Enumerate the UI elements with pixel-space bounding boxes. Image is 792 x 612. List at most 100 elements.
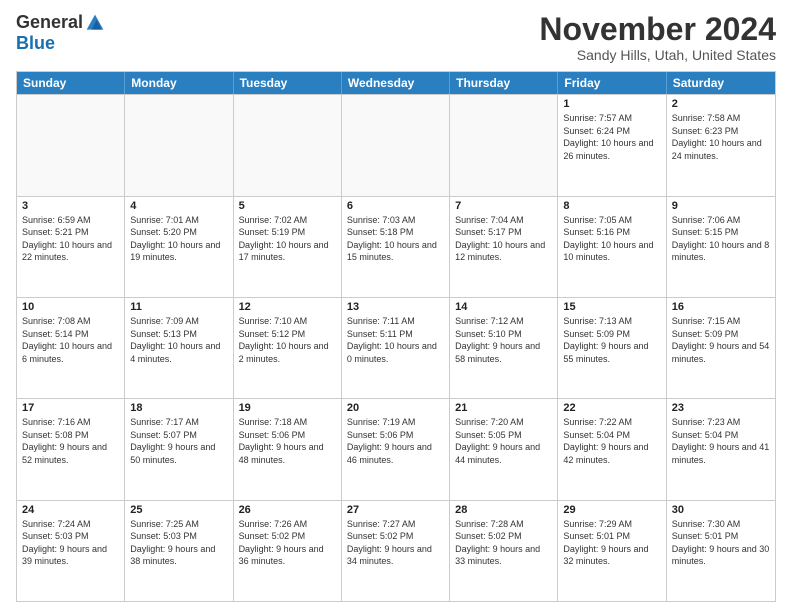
- day-number: 12: [239, 301, 336, 313]
- day-number: 10: [22, 301, 119, 313]
- calendar-cell: 24 Sunrise: 7:24 AMSunset: 5:03 PMDayligh…: [17, 501, 125, 601]
- calendar-cell: 28 Sunrise: 7:28 AMSunset: 5:02 PMDayligh…: [450, 501, 558, 601]
- day-number: 2: [672, 98, 770, 110]
- header-cell-sunday: Sunday: [17, 72, 125, 94]
- header-cell-tuesday: Tuesday: [234, 72, 342, 94]
- calendar-cell: 25 Sunrise: 7:25 AMSunset: 5:03 PMDayligh…: [125, 501, 233, 601]
- calendar-cell: [125, 95, 233, 195]
- day-info: Sunrise: 7:28 AMSunset: 5:02 PMDaylight:…: [455, 518, 552, 568]
- calendar-cell: 23 Sunrise: 7:23 AMSunset: 5:04 PMDayligh…: [667, 399, 775, 499]
- title-block: November 2024 Sandy Hills, Utah, United …: [539, 12, 776, 63]
- calendar-cell: 18 Sunrise: 7:17 AMSunset: 5:07 PMDayligh…: [125, 399, 233, 499]
- day-number: 1: [563, 98, 660, 110]
- day-info: Sunrise: 7:15 AMSunset: 5:09 PMDaylight:…: [672, 315, 770, 365]
- day-number: 24: [22, 504, 119, 516]
- day-info: Sunrise: 7:04 AMSunset: 5:17 PMDaylight:…: [455, 214, 552, 264]
- day-number: 7: [455, 200, 552, 212]
- calendar-cell: 27 Sunrise: 7:27 AMSunset: 5:02 PMDayligh…: [342, 501, 450, 601]
- day-info: Sunrise: 7:05 AMSunset: 5:16 PMDaylight:…: [563, 214, 660, 264]
- day-info: Sunrise: 7:13 AMSunset: 5:09 PMDaylight:…: [563, 315, 660, 365]
- day-number: 11: [130, 301, 227, 313]
- calendar-header: SundayMondayTuesdayWednesdayThursdayFrid…: [17, 72, 775, 94]
- calendar-cell: 8 Sunrise: 7:05 AMSunset: 5:16 PMDaylight…: [558, 197, 666, 297]
- day-info: Sunrise: 7:23 AMSunset: 5:04 PMDaylight:…: [672, 416, 770, 466]
- day-info: Sunrise: 7:12 AMSunset: 5:10 PMDaylight:…: [455, 315, 552, 365]
- day-info: Sunrise: 7:16 AMSunset: 5:08 PMDaylight:…: [22, 416, 119, 466]
- header-cell-saturday: Saturday: [667, 72, 775, 94]
- calendar-cell: [342, 95, 450, 195]
- calendar-cell: [450, 95, 558, 195]
- day-number: 25: [130, 504, 227, 516]
- calendar-cell: [17, 95, 125, 195]
- day-number: 27: [347, 504, 444, 516]
- day-number: 8: [563, 200, 660, 212]
- day-number: 20: [347, 402, 444, 414]
- calendar-cell: 1 Sunrise: 7:57 AMSunset: 6:24 PMDaylight…: [558, 95, 666, 195]
- day-number: 4: [130, 200, 227, 212]
- day-number: 5: [239, 200, 336, 212]
- day-info: Sunrise: 7:17 AMSunset: 5:07 PMDaylight:…: [130, 416, 227, 466]
- day-number: 13: [347, 301, 444, 313]
- calendar-body: 1 Sunrise: 7:57 AMSunset: 6:24 PMDaylight…: [17, 94, 775, 601]
- calendar-cell: 14Sunrise: 7:12 AMSunset: 5:10 PMDayligh…: [450, 298, 558, 398]
- day-number: 16: [672, 301, 770, 313]
- header-cell-friday: Friday: [558, 72, 666, 94]
- calendar-cell: 12Sunrise: 7:10 AMSunset: 5:12 PMDayligh…: [234, 298, 342, 398]
- day-number: 15: [563, 301, 660, 313]
- calendar-cell: 2 Sunrise: 7:58 AMSunset: 6:23 PMDaylight…: [667, 95, 775, 195]
- day-info: Sunrise: 7:18 AMSunset: 5:06 PMDaylight:…: [239, 416, 336, 466]
- day-info: Sunrise: 7:58 AMSunset: 6:23 PMDaylight:…: [672, 112, 770, 162]
- day-info: Sunrise: 7:08 AMSunset: 5:14 PMDaylight:…: [22, 315, 119, 365]
- calendar-cell: 21Sunrise: 7:20 AMSunset: 5:05 PMDayligh…: [450, 399, 558, 499]
- calendar-cell: 3 Sunrise: 6:59 AMSunset: 5:21 PMDaylight…: [17, 197, 125, 297]
- calendar-cell: 16 Sunrise: 7:15 AMSunset: 5:09 PMDayligh…: [667, 298, 775, 398]
- calendar-row-3: 17 Sunrise: 7:16 AMSunset: 5:08 PMDayligh…: [17, 398, 775, 499]
- logo-blue-text: Blue: [16, 33, 55, 54]
- day-info: Sunrise: 7:57 AMSunset: 6:24 PMDaylight:…: [563, 112, 660, 162]
- day-number: 19: [239, 402, 336, 414]
- logo-icon: [85, 13, 105, 33]
- day-number: 9: [672, 200, 770, 212]
- header-cell-wednesday: Wednesday: [342, 72, 450, 94]
- day-info: Sunrise: 7:26 AMSunset: 5:02 PMDaylight:…: [239, 518, 336, 568]
- calendar-cell: 19 Sunrise: 7:18 AMSunset: 5:06 PMDayligh…: [234, 399, 342, 499]
- day-info: Sunrise: 7:11 AMSunset: 5:11 PMDaylight:…: [347, 315, 444, 365]
- day-info: Sunrise: 7:24 AMSunset: 5:03 PMDaylight:…: [22, 518, 119, 568]
- header-cell-monday: Monday: [125, 72, 233, 94]
- page: General Blue November 2024 Sandy Hills, …: [0, 0, 792, 612]
- day-number: 6: [347, 200, 444, 212]
- calendar-cell: 26Sunrise: 7:26 AMSunset: 5:02 PMDayligh…: [234, 501, 342, 601]
- day-number: 3: [22, 200, 119, 212]
- day-info: Sunrise: 7:01 AMSunset: 5:20 PMDaylight:…: [130, 214, 227, 264]
- calendar-row-0: 1 Sunrise: 7:57 AMSunset: 6:24 PMDaylight…: [17, 94, 775, 195]
- calendar-row-2: 10 Sunrise: 7:08 AMSunset: 5:14 PMDayligh…: [17, 297, 775, 398]
- calendar-cell: 15 Sunrise: 7:13 AMSunset: 5:09 PMDayligh…: [558, 298, 666, 398]
- calendar-cell: 13 Sunrise: 7:11 AMSunset: 5:11 PMDayligh…: [342, 298, 450, 398]
- day-info: Sunrise: 6:59 AMSunset: 5:21 PMDaylight:…: [22, 214, 119, 264]
- day-number: 30: [672, 504, 770, 516]
- calendar-cell: 29Sunrise: 7:29 AMSunset: 5:01 PMDayligh…: [558, 501, 666, 601]
- day-info: Sunrise: 7:25 AMSunset: 5:03 PMDaylight:…: [130, 518, 227, 568]
- day-number: 23: [672, 402, 770, 414]
- header: General Blue November 2024 Sandy Hills, …: [16, 12, 776, 63]
- day-info: Sunrise: 7:29 AMSunset: 5:01 PMDaylight:…: [563, 518, 660, 568]
- day-number: 21: [455, 402, 552, 414]
- calendar-cell: 9Sunrise: 7:06 AMSunset: 5:15 PMDaylight…: [667, 197, 775, 297]
- calendar-cell: 20 Sunrise: 7:19 AMSunset: 5:06 PMDayligh…: [342, 399, 450, 499]
- calendar-cell: 22 Sunrise: 7:22 AMSunset: 5:04 PMDayligh…: [558, 399, 666, 499]
- location-subtitle: Sandy Hills, Utah, United States: [539, 47, 776, 63]
- day-info: Sunrise: 7:19 AMSunset: 5:06 PMDaylight:…: [347, 416, 444, 466]
- day-info: Sunrise: 7:27 AMSunset: 5:02 PMDaylight:…: [347, 518, 444, 568]
- calendar-cell: 30 Sunrise: 7:30 AMSunset: 5:01 PMDayligh…: [667, 501, 775, 601]
- day-info: Sunrise: 7:22 AMSunset: 5:04 PMDaylight:…: [563, 416, 660, 466]
- day-info: Sunrise: 7:30 AMSunset: 5:01 PMDaylight:…: [672, 518, 770, 568]
- calendar-cell: 17 Sunrise: 7:16 AMSunset: 5:08 PMDayligh…: [17, 399, 125, 499]
- day-number: 18: [130, 402, 227, 414]
- day-info: Sunrise: 7:09 AMSunset: 5:13 PMDaylight:…: [130, 315, 227, 365]
- calendar-cell: 10 Sunrise: 7:08 AMSunset: 5:14 PMDayligh…: [17, 298, 125, 398]
- calendar-row-1: 3 Sunrise: 6:59 AMSunset: 5:21 PMDaylight…: [17, 196, 775, 297]
- day-number: 17: [22, 402, 119, 414]
- logo-general-text: General: [16, 12, 83, 33]
- day-number: 22: [563, 402, 660, 414]
- day-number: 28: [455, 504, 552, 516]
